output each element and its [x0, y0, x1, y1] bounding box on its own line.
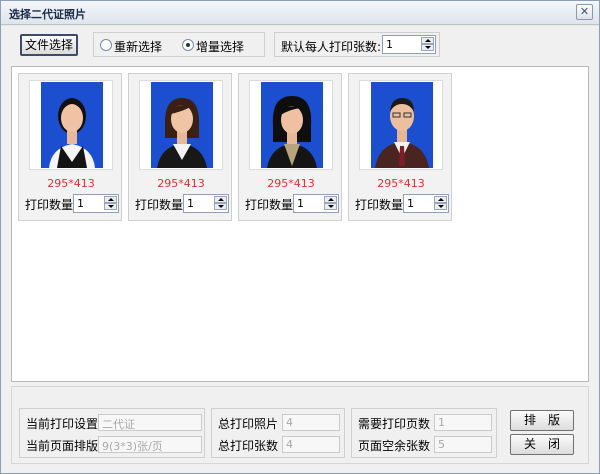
reselect-radio[interactable]	[100, 39, 112, 51]
dialog-content: 文件选择 重新选择 增量选择 默认每人打印张数: 1 295*413 打印数量 …	[1, 26, 599, 473]
photo-card[interactable]: 295*413 打印数量 1	[128, 73, 232, 221]
title-bar[interactable]: 选择二代证照片 ✕	[1, 1, 599, 25]
pages-needed-label: 需要打印页数	[358, 417, 431, 431]
spin-up-icon[interactable]	[421, 37, 434, 44]
photo-card[interactable]: 295*413 打印数量 1	[348, 73, 452, 221]
photo-frame	[249, 80, 333, 170]
default-copies-group: 默认每人打印张数: 1	[274, 32, 440, 57]
print-qty-value[interactable]: 1	[77, 197, 84, 210]
spin-up-icon[interactable]	[324, 196, 337, 203]
print-qty-label: 打印数量	[25, 198, 74, 212]
id-photo-image[interactable]	[151, 82, 213, 168]
default-copies-value[interactable]: 1	[386, 38, 393, 51]
spin-down-icon[interactable]	[324, 203, 337, 210]
spin-down-icon[interactable]	[421, 44, 434, 51]
print-qty-value[interactable]: 1	[407, 197, 414, 210]
print-qty-spinner[interactable]: 1	[73, 194, 119, 213]
spin-up-icon[interactable]	[104, 196, 117, 203]
photo-frame	[359, 80, 443, 170]
radio-selected-dot	[186, 43, 190, 47]
photo-list-area[interactable]: 295*413 打印数量 1 295*413 打印数量 1 295*413 打印…	[11, 66, 589, 382]
print-qty-spinner[interactable]: 1	[293, 194, 339, 213]
blank-sheets-label: 页面空余张数	[358, 439, 431, 453]
photo-frame	[139, 80, 223, 170]
page-info-group: 需要打印页数 1 页面空余张数 5	[351, 408, 497, 458]
photo-card[interactable]: 295*413 打印数量 1	[18, 73, 122, 221]
layout-button[interactable]: 排 版	[510, 410, 574, 431]
spin-up-icon[interactable]	[214, 196, 227, 203]
print-qty-spinner[interactable]: 1	[183, 194, 229, 213]
spin-down-icon[interactable]	[104, 203, 117, 210]
incremental-radio[interactable]	[182, 39, 194, 51]
current-print-setting-label: 当前打印设置	[26, 417, 99, 431]
default-copies-label: 默认每人打印张数:	[281, 40, 382, 54]
pages-needed-field: 1	[434, 414, 492, 431]
print-qty-label: 打印数量	[355, 198, 404, 212]
photo-size-label: 295*413	[377, 177, 425, 190]
photo-card[interactable]: 295*413 打印数量 1	[238, 73, 342, 221]
print-qty-value[interactable]: 1	[297, 197, 304, 210]
total-photos-field: 4	[282, 414, 340, 431]
selection-mode-group: 重新选择 增量选择	[93, 32, 265, 57]
photo-frame	[29, 80, 113, 170]
reselect-label[interactable]: 重新选择	[114, 38, 162, 55]
print-totals-group: 总打印照片 4 总打印张数 4	[211, 408, 345, 458]
total-sheets-label: 总打印张数	[218, 439, 279, 453]
id-photo-image[interactable]	[371, 82, 433, 168]
print-qty-label: 打印数量	[245, 198, 294, 212]
spin-up-icon[interactable]	[434, 196, 447, 203]
current-page-layout-label: 当前页面排版	[26, 439, 99, 453]
spin-down-icon[interactable]	[434, 203, 447, 210]
photo-size-label: 295*413	[157, 177, 205, 190]
spin-down-icon[interactable]	[214, 203, 227, 210]
current-print-setting-field: 二代证	[98, 414, 202, 431]
photo-size-label: 295*413	[47, 177, 95, 190]
close-window-button[interactable]: ✕	[576, 4, 593, 20]
dialog-window: 选择二代证照片 ✕ 文件选择 重新选择 增量选择 默认每人打印张数: 1 295…	[0, 0, 600, 474]
close-button[interactable]: 关 闭	[510, 434, 574, 455]
id-photo-image[interactable]	[261, 82, 323, 168]
current-page-layout-field: 9(3*3)张/页	[98, 436, 202, 453]
incremental-label[interactable]: 增量选择	[196, 38, 244, 55]
print-settings-group: 当前打印设置 二代证 当前页面排版 9(3*3)张/页	[19, 408, 205, 458]
total-photos-label: 总打印照片	[218, 417, 279, 431]
print-qty-label: 打印数量	[135, 198, 184, 212]
print-qty-spinner[interactable]: 1	[403, 194, 449, 213]
print-qty-value[interactable]: 1	[187, 197, 194, 210]
id-photo-image[interactable]	[41, 82, 103, 168]
photo-size-label: 295*413	[267, 177, 315, 190]
total-sheets-field: 4	[282, 436, 340, 453]
blank-sheets-field: 5	[434, 436, 492, 453]
window-title: 选择二代证照片	[9, 8, 86, 21]
file-select-button[interactable]: 文件选择	[20, 34, 78, 56]
default-copies-spinner[interactable]: 1	[382, 35, 436, 54]
